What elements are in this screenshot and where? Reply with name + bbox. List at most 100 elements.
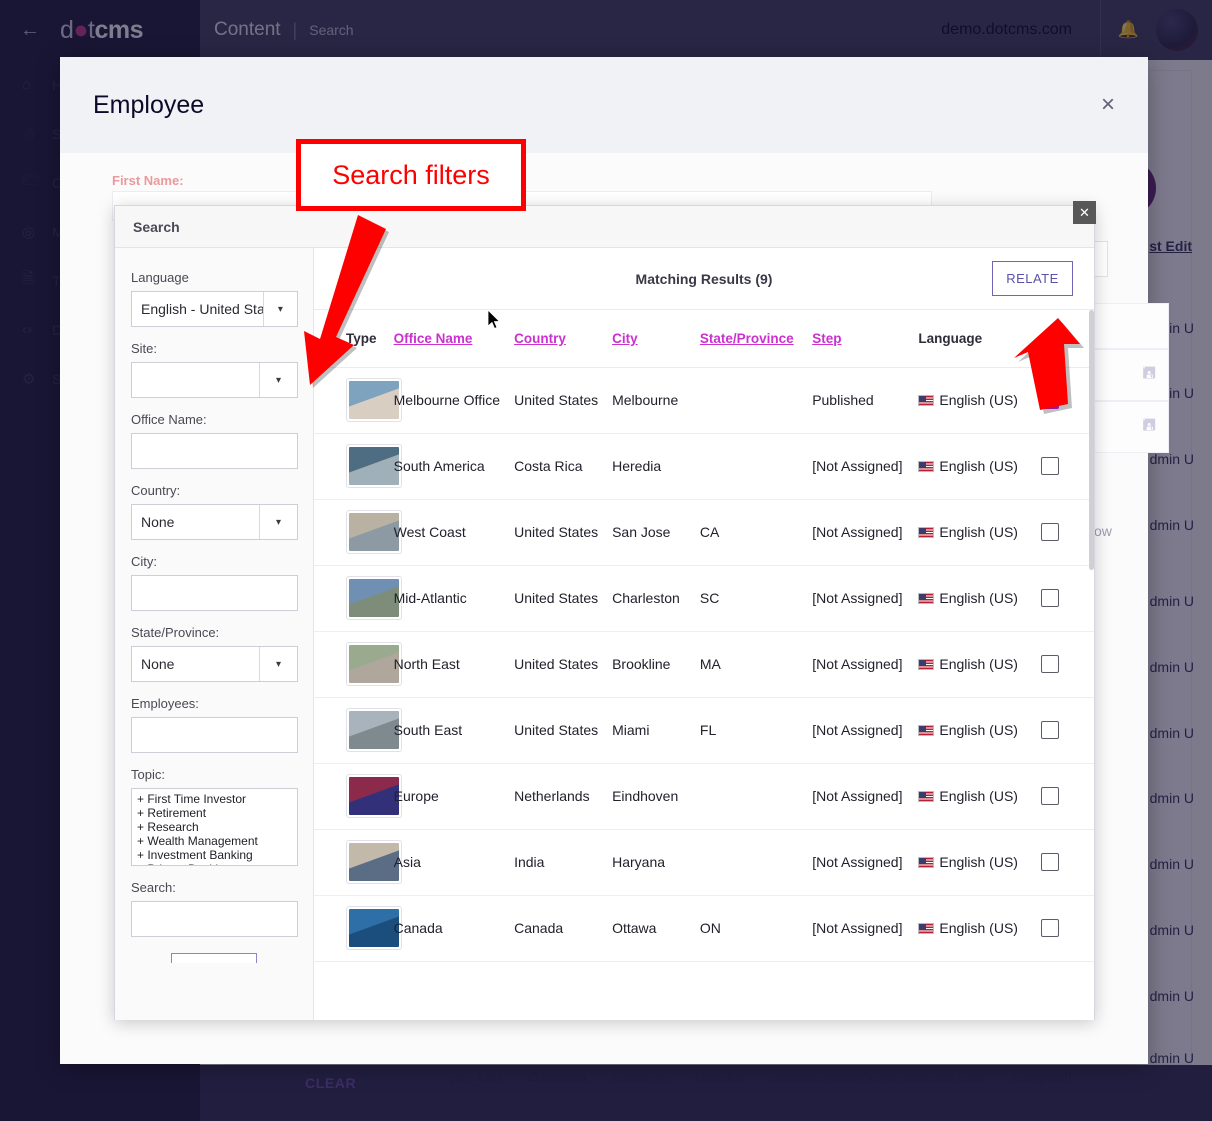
table-row[interactable]: West CoastUnited StatesSan JoseCA[Not As…: [314, 499, 1094, 565]
cell-office-name: Mid-Atlantic: [394, 565, 514, 631]
table-row[interactable]: AsiaIndiaHaryana[Not Assigned]English (U…: [314, 829, 1094, 895]
country-select[interactable]: None ▾: [131, 504, 298, 540]
cell-select[interactable]: [1041, 697, 1094, 763]
cell-thumbnail[interactable]: [314, 433, 394, 499]
search-dialog-title: Search: [133, 219, 180, 235]
cell-thumbnail[interactable]: [314, 499, 394, 565]
row-checkbox[interactable]: [1041, 853, 1059, 871]
save-icon[interactable]: 🖪: [1142, 362, 1156, 389]
filter-label-office-name: Office Name:: [131, 412, 297, 427]
filter-submit-button[interactable]: [171, 953, 257, 963]
cell-select[interactable]: [1041, 565, 1094, 631]
language-label: English (US): [939, 854, 1018, 870]
cell-country: United States: [514, 499, 612, 565]
cell-language: English (US): [918, 499, 1041, 565]
table-row[interactable]: South AmericaCosta RicaHeredia[Not Assig…: [314, 433, 1094, 499]
employee-save-row[interactable]: 🖪: [1085, 401, 1169, 453]
cell-thumbnail[interactable]: [314, 631, 394, 697]
table-row[interactable]: Melbourne OfficeUnited StatesMelbournePu…: [314, 367, 1094, 433]
save-icon[interactable]: 🖪: [1142, 414, 1156, 441]
table-row[interactable]: Mid-AtlanticUnited StatesCharlestonSC[No…: [314, 565, 1094, 631]
column-header-step[interactable]: Step: [812, 310, 918, 367]
us-flag-icon: [918, 725, 934, 736]
row-checkbox[interactable]: [1041, 523, 1059, 541]
cell-city: Ottawa: [612, 895, 700, 961]
office-name-input[interactable]: [131, 433, 298, 469]
employees-input[interactable]: [131, 717, 298, 753]
first-name-label: First Name:: [112, 173, 184, 188]
relate-button[interactable]: RELATE: [992, 261, 1073, 296]
cell-select[interactable]: [1041, 895, 1094, 961]
row-checkbox[interactable]: [1041, 721, 1059, 739]
row-checkbox[interactable]: [1041, 457, 1059, 475]
language-label: English (US): [939, 590, 1018, 606]
cell-state-province: SC: [700, 565, 812, 631]
cell-thumbnail[interactable]: [314, 829, 394, 895]
row-checkbox[interactable]: [1041, 655, 1059, 673]
employee-modal-header: Employee ×: [60, 57, 1148, 153]
cell-state-province: [700, 829, 812, 895]
topic-option[interactable]: + Investment Banking: [137, 848, 292, 862]
language-select[interactable]: English - United State ▾: [131, 291, 298, 327]
search-dialog-header: Search ✕: [115, 206, 1094, 248]
cell-select[interactable]: [1041, 433, 1094, 499]
chevron-down-icon[interactable]: ▾: [263, 292, 297, 326]
table-row[interactable]: EuropeNetherlandsEindhoven[Not Assigned]…: [314, 763, 1094, 829]
cell-state-province: CA: [700, 499, 812, 565]
close-icon[interactable]: ×: [1090, 87, 1126, 123]
search-input[interactable]: [131, 901, 298, 937]
row-checkbox[interactable]: [1041, 787, 1059, 805]
cell-thumbnail[interactable]: [314, 895, 394, 961]
city-input[interactable]: [131, 575, 298, 611]
cell-language: English (US): [918, 763, 1041, 829]
cell-thumbnail[interactable]: [314, 565, 394, 631]
employee-save-row[interactable]: 🖪: [1085, 349, 1169, 401]
page-title: Employee: [93, 91, 204, 120]
chevron-down-icon[interactable]: ▾: [259, 647, 297, 681]
chevron-down-icon[interactable]: ▾: [259, 363, 297, 397]
row-checkbox[interactable]: [1041, 919, 1059, 937]
results-table-body: Melbourne OfficeUnited StatesMelbournePu…: [314, 367, 1094, 961]
topic-multiselect[interactable]: + First Time Investor + Retirement + Res…: [131, 788, 298, 866]
search-filters-arrow: [300, 215, 430, 405]
site-select[interactable]: ▾: [131, 362, 298, 398]
us-flag-icon: [918, 857, 934, 868]
cell-select[interactable]: [1041, 763, 1094, 829]
table-row[interactable]: CanadaCanadaOttawaON[Not Assigned]Englis…: [314, 895, 1094, 961]
state-province-select[interactable]: None ▾: [131, 646, 298, 682]
search-dialog-body: Language English - United State ▾ Site: …: [115, 248, 1094, 1020]
cell-thumbnail[interactable]: [314, 697, 394, 763]
chevron-down-icon[interactable]: ▾: [259, 505, 297, 539]
table-row[interactable]: South EastUnited StatesMiamiFL[Not Assig…: [314, 697, 1094, 763]
topic-option[interactable]: + Wealth Management: [137, 834, 292, 848]
topic-option[interactable]: + First Time Investor: [137, 792, 292, 806]
cell-state-province: [700, 367, 812, 433]
cell-select[interactable]: [1041, 631, 1094, 697]
topic-option[interactable]: + Private Banking: [137, 862, 292, 866]
close-icon[interactable]: ✕: [1073, 201, 1096, 224]
row-checkbox[interactable]: [1041, 589, 1059, 607]
cell-step: [Not Assigned]: [812, 829, 918, 895]
column-header-country[interactable]: Country: [514, 310, 612, 367]
topic-option[interactable]: + Retirement: [137, 806, 292, 820]
cell-thumbnail[interactable]: [314, 763, 394, 829]
cell-select[interactable]: [1041, 499, 1094, 565]
thumbnail-inner: [349, 645, 399, 683]
cell-city: Eindhoven: [612, 763, 700, 829]
column-header-state-province[interactable]: State/Province: [700, 310, 812, 367]
search-filters-callout-text: Search filters: [332, 160, 490, 191]
cell-language: English (US): [918, 829, 1041, 895]
thumbnail-inner: [349, 447, 399, 485]
cell-select[interactable]: [1041, 829, 1094, 895]
table-row[interactable]: North EastUnited StatesBrooklineMA[Not A…: [314, 631, 1094, 697]
cell-city: Brookline: [612, 631, 700, 697]
thumbnail-inner: [349, 843, 399, 881]
filter-label-employees: Employees:: [131, 696, 297, 711]
topic-option[interactable]: + Research: [137, 820, 292, 834]
results-scrollbar[interactable]: [1089, 310, 1094, 570]
language-label: English (US): [939, 458, 1018, 474]
column-header-city[interactable]: City: [612, 310, 700, 367]
cell-language: English (US): [918, 631, 1041, 697]
cell-city: Haryana: [612, 829, 700, 895]
cell-language: English (US): [918, 565, 1041, 631]
